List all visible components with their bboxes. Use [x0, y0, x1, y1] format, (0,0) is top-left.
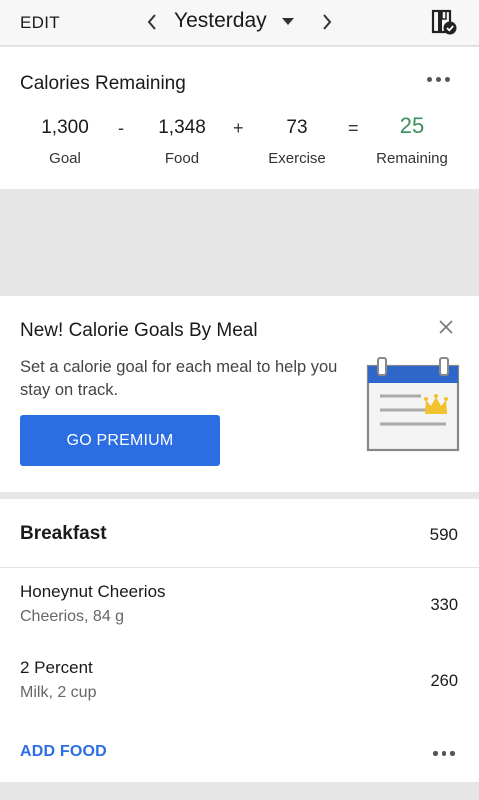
chevron-left-icon[interactable] — [142, 11, 162, 33]
exercise-label: Exercise — [268, 150, 326, 167]
minus-operator: - — [118, 118, 124, 138]
meal-section-breakfast: Breakfast 590 Honeynut Cheerios Cheerios… — [0, 499, 479, 782]
close-icon[interactable] — [437, 318, 455, 336]
calories-title: Calories Remaining — [20, 73, 186, 94]
food-value: 1,348 — [158, 117, 206, 138]
remaining-value: 25 — [399, 113, 425, 138]
food-name: 2 Percent — [20, 658, 93, 677]
food-description: Milk, 2 cup — [20, 684, 97, 701]
meal-name[interactable]: Breakfast — [20, 523, 107, 545]
divider — [0, 567, 479, 568]
goal-value: 1,300 — [41, 117, 89, 138]
food-label: Food — [164, 150, 200, 167]
top-bar: EDIT Yesterday — [0, 0, 479, 46]
more-options-icon[interactable] — [427, 77, 450, 82]
exercise-value: 73 — [286, 117, 308, 138]
calories-remaining-card: Calories Remaining 1,300 Goal - 1,348 Fo… — [0, 47, 479, 189]
food-name: Honeynut Cheerios — [20, 582, 166, 601]
ad-placeholder-area — [0, 189, 479, 296]
plus-operator: + — [233, 118, 244, 138]
date-selector[interactable]: Yesterday — [174, 9, 267, 33]
food-entry[interactable]: 2 Percent Milk, 2 cup 260 — [0, 658, 479, 734]
edit-button[interactable]: EDIT — [20, 13, 60, 33]
equals-operator: = — [348, 118, 359, 138]
promo-description: Set a calorie goal for each meal to help… — [20, 358, 338, 399]
meal-more-options-icon[interactable] — [433, 751, 455, 756]
food-calories: 260 — [430, 672, 458, 690]
chevron-right-icon[interactable] — [317, 11, 337, 33]
section-divider — [0, 492, 479, 499]
caret-down-icon[interactable] — [282, 18, 294, 25]
remaining-label: Remaining — [376, 150, 448, 167]
food-description: Cheerios, 84 g — [20, 608, 125, 625]
next-section-edge — [0, 782, 479, 800]
add-food-button[interactable]: ADD FOOD — [20, 743, 107, 761]
meal-total-calories: 590 — [429, 525, 458, 544]
goal-label: Goal — [49, 150, 81, 167]
go-premium-button[interactable]: GO PREMIUM — [20, 415, 220, 466]
premium-promo-card: New! Calorie Goals By Meal Set a calorie… — [0, 296, 479, 492]
food-calories: 330 — [430, 596, 458, 614]
food-entry[interactable]: Honeynut Cheerios Cheerios, 84 g 330 — [0, 582, 479, 658]
diary-complete-icon[interactable] — [430, 8, 458, 36]
calendar-crown-icon — [363, 354, 463, 454]
promo-title: New! Calorie Goals By Meal — [20, 320, 258, 341]
